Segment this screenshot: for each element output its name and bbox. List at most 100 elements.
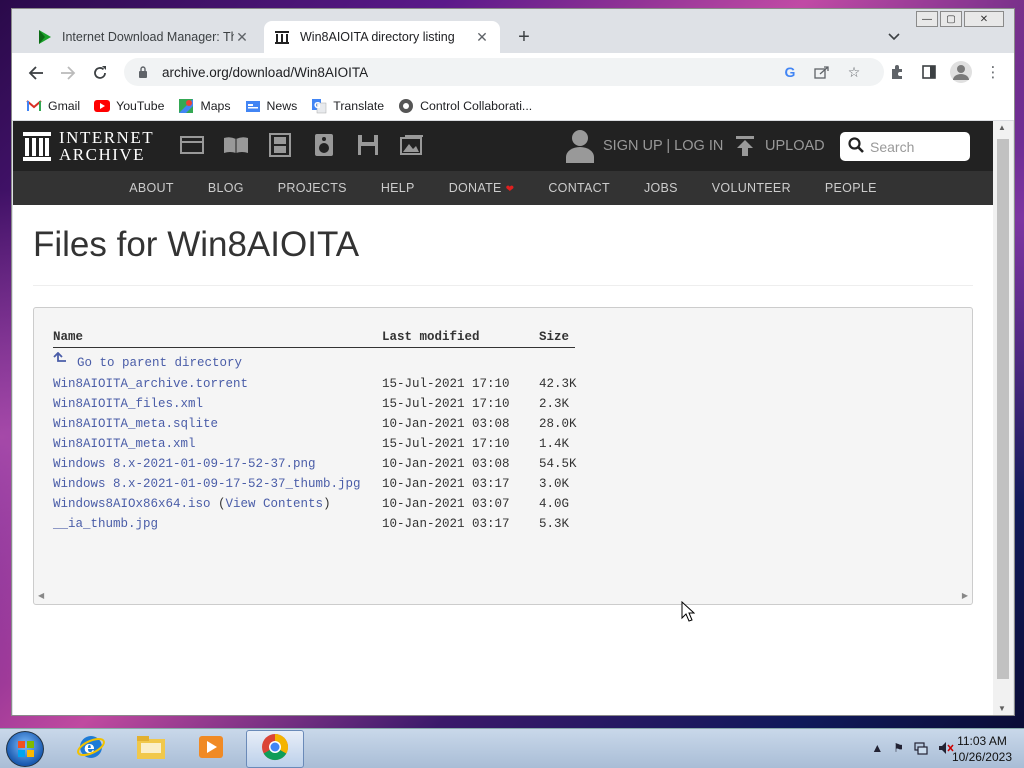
- file-row: Windows8AIOx86x64.iso (View Contents) 10-…: [53, 494, 575, 514]
- nav-blog[interactable]: BLOG: [208, 181, 244, 195]
- scroll-down-arrow-icon[interactable]: ▼: [998, 704, 1006, 713]
- bookmark-label: News: [266, 98, 298, 113]
- search-input[interactable]: Search: [840, 132, 970, 161]
- file-modified: 15-Jul-2021 17:10: [382, 397, 510, 411]
- file-link[interactable]: Win8AIOITA_archive.torrent: [53, 377, 248, 391]
- nav-donate[interactable]: DONATE ❤: [449, 181, 515, 195]
- network-icon[interactable]: [914, 741, 928, 758]
- file-modified: 10-Jan-2021 03:17: [382, 477, 510, 491]
- reload-button[interactable]: [88, 61, 112, 85]
- system-tray: ▲ ⚑: [871, 741, 954, 758]
- bookmark-gmail[interactable]: Gmail: [26, 98, 80, 114]
- scroll-left-arrow-icon[interactable]: ◀: [38, 591, 44, 600]
- file-link[interactable]: Win8AIOITA_meta.sqlite: [53, 417, 218, 431]
- browser-toolbar: archive.org/download/Win8AIOITA G ☆ ⋮: [12, 53, 1014, 91]
- taskbar-ie[interactable]: e: [62, 730, 120, 768]
- new-tab-button[interactable]: +: [512, 25, 536, 49]
- bookmark-label: Control Collaborati...: [420, 98, 533, 113]
- web-icon[interactable]: [179, 131, 205, 159]
- file-link[interactable]: Windows 8.x-2021-01-09-17-52-37_thumb.jp…: [53, 477, 361, 491]
- file-size: 4.0G: [539, 497, 570, 511]
- maximize-button[interactable]: ▢: [940, 11, 962, 27]
- upload-icon[interactable]: [735, 135, 755, 162]
- bookmark-label: YouTube: [116, 98, 165, 113]
- show-hidden-icons-icon[interactable]: ▲: [871, 741, 883, 758]
- scroll-right-arrow-icon[interactable]: ▶: [962, 591, 968, 600]
- bookmark-news[interactable]: News: [245, 98, 298, 114]
- audio-speaker-icon[interactable]: [311, 131, 337, 159]
- nav-people[interactable]: PEOPLE: [825, 181, 877, 195]
- window-controls: — ▢ ✕: [916, 11, 1004, 27]
- header-size[interactable]: Size: [539, 330, 575, 344]
- horizontal-scrollbar[interactable]: ◀ ▶: [34, 588, 972, 604]
- file-link[interactable]: __ia_thumb.jpg: [53, 517, 158, 531]
- search-icon: [848, 136, 864, 157]
- file-link[interactable]: Win8AIOITA_meta.xml: [53, 437, 196, 451]
- bookmark-control-collab[interactable]: Control Collaborati...: [398, 98, 532, 114]
- bookmark-translate[interactable]: G Translate: [311, 98, 384, 114]
- nav-help[interactable]: HELP: [381, 181, 415, 195]
- paren-open: (: [210, 497, 226, 511]
- taskbar-explorer[interactable]: [122, 730, 180, 768]
- nav-projects[interactable]: PROJECTS: [278, 181, 347, 195]
- tab-search-chevron-icon[interactable]: [884, 27, 904, 47]
- header-name[interactable]: Name: [53, 330, 382, 344]
- bookmark-label: Translate: [333, 98, 385, 113]
- software-floppy-icon[interactable]: [355, 131, 381, 159]
- address-bar[interactable]: archive.org/download/Win8AIOITA G ☆: [124, 58, 884, 86]
- taskbar-media-player[interactable]: [182, 730, 240, 768]
- nav-about[interactable]: ABOUT: [129, 181, 174, 195]
- parent-directory-link[interactable]: Go to parent directory: [77, 356, 242, 370]
- heart-icon: ❤: [505, 184, 515, 195]
- lock-icon: [138, 65, 152, 79]
- close-tab-icon[interactable]: ✕: [234, 29, 250, 45]
- back-button[interactable]: [24, 61, 48, 85]
- profile-avatar-icon[interactable]: [950, 59, 972, 85]
- google-lens-icon[interactable]: G: [780, 62, 800, 82]
- file-row: Win8AIOITA_files.xml 15-Jul-2021 17:10 2.3…: [53, 394, 575, 414]
- texts-book-icon[interactable]: [223, 131, 249, 159]
- vertical-scrollbar[interactable]: ▲ ▼: [993, 121, 1013, 715]
- images-icon[interactable]: [399, 131, 425, 159]
- scrollbar-thumb[interactable]: [997, 139, 1009, 679]
- signup-login-link[interactable]: SIGN UP | LOG IN: [603, 138, 723, 154]
- scroll-up-arrow-icon[interactable]: ▲: [998, 123, 1006, 132]
- header-last-modified[interactable]: Last modified: [382, 330, 539, 344]
- close-tab-icon[interactable]: ✕: [474, 29, 490, 45]
- nav-volunteer[interactable]: VOLUNTEER: [712, 181, 791, 195]
- url-text: archive.org/download/Win8AIOITA: [162, 64, 369, 80]
- ia-nav-bar: ABOUT BLOG PROJECTS HELP DONATE ❤ CONTACT…: [13, 171, 993, 205]
- nav-jobs[interactable]: JOBS: [644, 181, 678, 195]
- bookmark-youtube[interactable]: YouTube: [94, 99, 164, 113]
- logo-line2: ARCHIVE: [59, 145, 146, 164]
- menu-kebab-icon[interactable]: ⋮: [982, 59, 1004, 85]
- user-icon[interactable]: [565, 129, 595, 163]
- minimize-button[interactable]: —: [916, 11, 938, 27]
- tab-idm[interactable]: Internet Download Manager: The ✕: [26, 21, 260, 53]
- bookmark-star-icon[interactable]: ☆: [844, 62, 864, 82]
- youtube-icon: [94, 99, 111, 112]
- close-window-button[interactable]: ✕: [964, 11, 1004, 27]
- view-contents-link[interactable]: View Contents: [226, 497, 324, 511]
- tab-archive[interactable]: Win8AIOITA directory listing ✕: [264, 21, 500, 53]
- extensions-icon[interactable]: [886, 59, 908, 85]
- nav-contact[interactable]: CONTACT: [548, 181, 610, 195]
- upload-link[interactable]: UPLOAD: [765, 138, 825, 154]
- ia-logo[interactable]: INTERNET ARCHIVE: [23, 129, 154, 163]
- start-button[interactable]: [6, 731, 44, 767]
- clock-date: 10/26/2023: [951, 750, 1012, 764]
- bookmark-maps[interactable]: Maps: [178, 98, 231, 114]
- file-modified: 10-Jan-2021 03:08: [382, 457, 510, 471]
- video-film-icon[interactable]: [267, 131, 293, 159]
- nav-donate-label: DONATE: [448, 181, 502, 195]
- file-link[interactable]: Win8AIOITA_files.xml: [53, 397, 203, 411]
- taskbar-chrome[interactable]: [246, 730, 304, 768]
- side-panel-icon[interactable]: [918, 59, 940, 85]
- forward-button[interactable]: [56, 61, 80, 85]
- file-link[interactable]: Windows 8.x-2021-01-09-17-52-37.png: [53, 457, 316, 471]
- action-center-flag-icon[interactable]: ⚑: [893, 741, 904, 758]
- share-icon[interactable]: [812, 62, 832, 82]
- file-link[interactable]: Windows8AIOx86x64.iso: [53, 497, 211, 511]
- clock[interactable]: 11:03 AM 10/26/2023: [952, 733, 1012, 765]
- file-row: Win8AIOITA_meta.sqlite 10-Jan-2021 03:08 2…: [53, 414, 577, 434]
